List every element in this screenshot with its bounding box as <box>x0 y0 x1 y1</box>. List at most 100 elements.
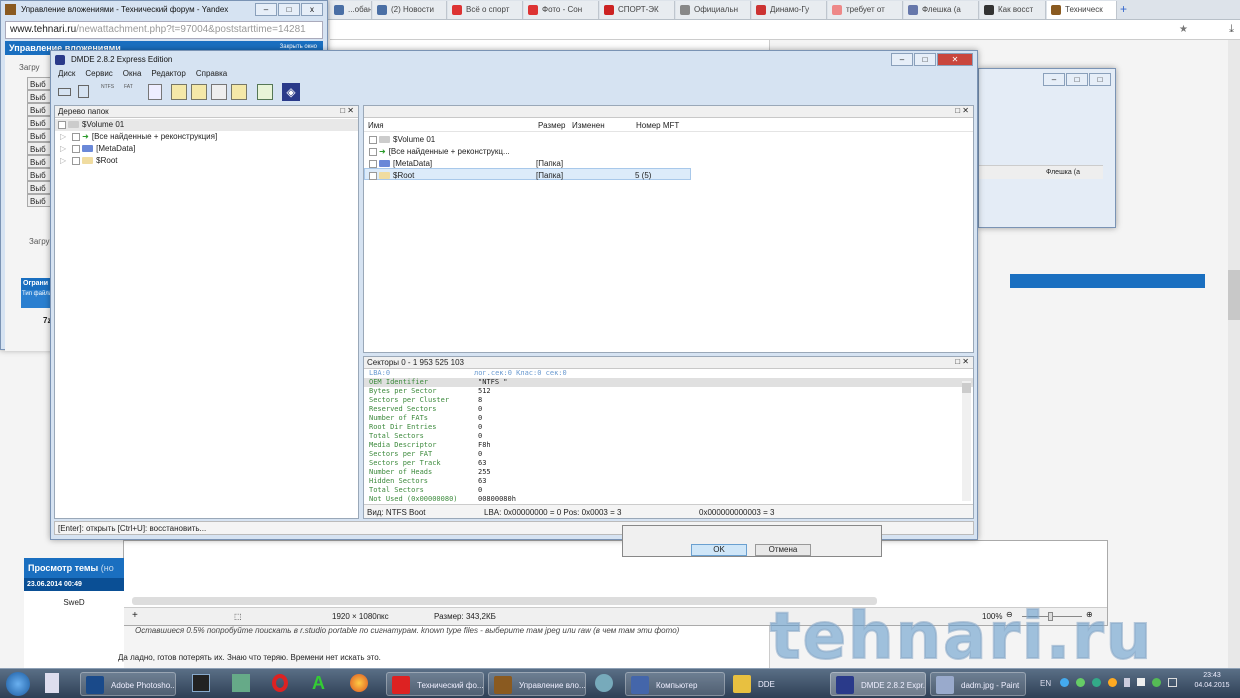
new-file-icon[interactable] <box>148 84 162 100</box>
fat-search-button[interactable]: FAT <box>124 84 133 90</box>
checkbox[interactable] <box>369 135 377 144</box>
maximize-button[interactable]: □ <box>278 3 300 16</box>
partitions-icon[interactable] <box>78 85 89 98</box>
browser-tab[interactable]: Фото - Сон <box>524 1 599 19</box>
maximize-button[interactable]: □ <box>1066 73 1088 86</box>
boot-field-row[interactable]: Root Dir Entries 0 <box>364 423 973 432</box>
boot-field-row[interactable]: Total Sectors 0 <box>364 432 973 441</box>
boot-field-row[interactable]: Sectors per Track 63 <box>364 459 973 468</box>
lightroom-icon[interactable] <box>192 674 210 692</box>
close-button[interactable]: ✕ <box>937 53 973 66</box>
maximize-button[interactable]: □ <box>914 53 936 66</box>
expand-icon[interactable]: ▷ <box>60 156 66 165</box>
boot-field-row[interactable]: Sectors per FAT 0 <box>364 450 973 459</box>
boot-field-row[interactable]: Not Used (0x00000080) 00800080h <box>364 495 973 504</box>
browser-tab[interactable]: СПОРТ-ЭК <box>600 1 675 19</box>
disk-icon[interactable] <box>58 88 71 96</box>
boot-field-row[interactable]: Total Sectors 0 <box>364 486 973 495</box>
taskbar-paint[interactable]: dadm.jpg - Paint <box>930 672 1026 696</box>
close-button[interactable]: □ <box>1089 73 1111 86</box>
boot-field-row[interactable]: Bytes per Sector 512 <box>364 387 973 396</box>
tree-view-icon[interactable] <box>171 84 187 100</box>
close-button[interactable]: x <box>301 3 323 16</box>
new-tab-icon[interactable]: + <box>1120 2 1127 16</box>
tray-icon[interactable] <box>1060 678 1069 687</box>
vertical-scrollbar[interactable] <box>962 381 971 501</box>
checkbox[interactable] <box>369 159 377 168</box>
minimize-button[interactable]: – <box>1043 73 1065 86</box>
boot-field-row[interactable]: Number of Heads 255 <box>364 468 973 477</box>
menu-editor[interactable]: Редактор <box>151 69 185 81</box>
file-row[interactable]: ➜ [Все найденные + реконструкц... <box>364 144 973 156</box>
menu-service[interactable]: Сервис <box>85 69 112 81</box>
panel-close-icon[interactable]: □ ✕ <box>955 357 969 366</box>
browser-tab[interactable]: ...обанк <box>330 1 372 19</box>
file-row-selected[interactable]: $Root [Папка] 5 (5) <box>364 168 691 180</box>
battery-icon[interactable] <box>1168 678 1177 687</box>
taskbar-yandex[interactable]: Технический фо... <box>386 672 484 696</box>
tree-item[interactable]: ▷ $Root <box>55 155 358 167</box>
opera-icon[interactable] <box>272 674 288 692</box>
checkbox[interactable] <box>72 132 81 141</box>
taskbar-computer[interactable]: Компьютер <box>625 672 725 696</box>
column-name[interactable]: Имя <box>368 121 384 130</box>
list-view-icon[interactable] <box>191 84 207 100</box>
clock[interactable]: 23:43 04.04.2015 <box>1190 672 1234 689</box>
taskbar-attachments[interactable]: Управление вло... <box>488 672 586 696</box>
volume-icon[interactable] <box>1124 678 1130 687</box>
post-author[interactable]: SweD <box>24 598 124 607</box>
column-modified[interactable]: Изменен <box>572 121 605 130</box>
taskbar-dmde[interactable]: DMDE 2.8.2 Expr... <box>830 672 926 696</box>
horizontal-scrollbar[interactable] <box>132 597 877 605</box>
browser-tab[interactable]: Флешка (а <box>904 1 979 19</box>
browser-tab[interactable]: Как восст <box>980 1 1046 19</box>
address-bar[interactable]: ★ ⤓ <box>330 20 1240 40</box>
boot-field-row[interactable]: OEM Identifier "NTFS " <box>364 378 973 387</box>
network-tool-icon[interactable] <box>232 674 250 692</box>
cancel-button[interactable]: Отмена <box>755 544 811 556</box>
browser-tab[interactable]: Официальн <box>676 1 751 19</box>
browser-tab[interactable]: требует от <box>828 1 903 19</box>
panel-close-icon[interactable]: □ ✕ <box>340 106 354 115</box>
tray-icon[interactable] <box>1108 678 1117 687</box>
column-size[interactable]: Размер <box>538 121 566 130</box>
find-icon[interactable] <box>231 84 247 100</box>
tree-item[interactable]: ▷ ➜ [Все найденные + реконструкция] <box>55 131 358 143</box>
firefox-icon[interactable] <box>350 674 368 692</box>
browser-tab[interactable]: (2) Новости <box>373 1 447 19</box>
file-row[interactable]: [MetaData] [Папка] <box>364 156 973 168</box>
expand-icon[interactable]: ▷ <box>60 144 66 153</box>
ok-button[interactable]: OK <box>691 544 747 556</box>
boot-field-row[interactable]: Reserved Sectors 0 <box>364 405 973 414</box>
bookmark-star-icon[interactable]: ★ <box>1179 24 1188 35</box>
menu-help[interactable]: Справка <box>196 69 227 81</box>
popup-url-field[interactable]: www.tehnari.ru/newattachment.php?t=97004… <box>5 21 323 39</box>
clock-app-icon[interactable] <box>595 674 613 692</box>
panel-close-icon[interactable]: □ ✕ <box>955 106 969 115</box>
page-scrollbar[interactable] <box>1228 40 1240 668</box>
minimize-button[interactable]: – <box>255 3 277 16</box>
expand-icon[interactable]: ▷ <box>60 132 66 141</box>
start-button[interactable] <box>6 672 30 696</box>
boot-field-row[interactable]: Number of FATs 0 <box>364 414 973 423</box>
browser-tab-active[interactable]: Техническ <box>1047 1 1117 19</box>
taskbar-folder[interactable]: DDE <box>728 672 824 696</box>
tray-icon[interactable] <box>1076 678 1085 687</box>
tree-item[interactable]: ▷ [MetaData] <box>55 143 358 155</box>
sector-hex-view[interactable]: LBA:0 лог.сек:0 Клас:0 сек:0 OEM Identifi… <box>364 369 973 504</box>
menu-windows[interactable]: Окна <box>123 69 142 81</box>
browser-tab[interactable]: Всё о спорт <box>448 1 523 19</box>
checkbox[interactable] <box>72 144 81 153</box>
action-center-icon[interactable] <box>1137 678 1145 686</box>
recover-icon[interactable] <box>257 84 273 100</box>
checkbox[interactable] <box>58 120 66 129</box>
boot-field-row[interactable]: Media Descriptor F8h <box>364 441 973 450</box>
checkbox[interactable] <box>369 171 377 180</box>
taskbar-photoshop[interactable]: Adobe Photosho... <box>80 672 176 696</box>
language-indicator[interactable]: EN <box>1040 679 1051 688</box>
file-row[interactable]: $Volume 01 <box>364 132 973 144</box>
boot-field-row[interactable]: Sectors per Cluster 8 <box>364 396 973 405</box>
menu-disk[interactable]: Диск <box>58 69 75 81</box>
checkbox[interactable] <box>369 147 377 156</box>
column-mft[interactable]: Номер MFT <box>636 121 679 130</box>
